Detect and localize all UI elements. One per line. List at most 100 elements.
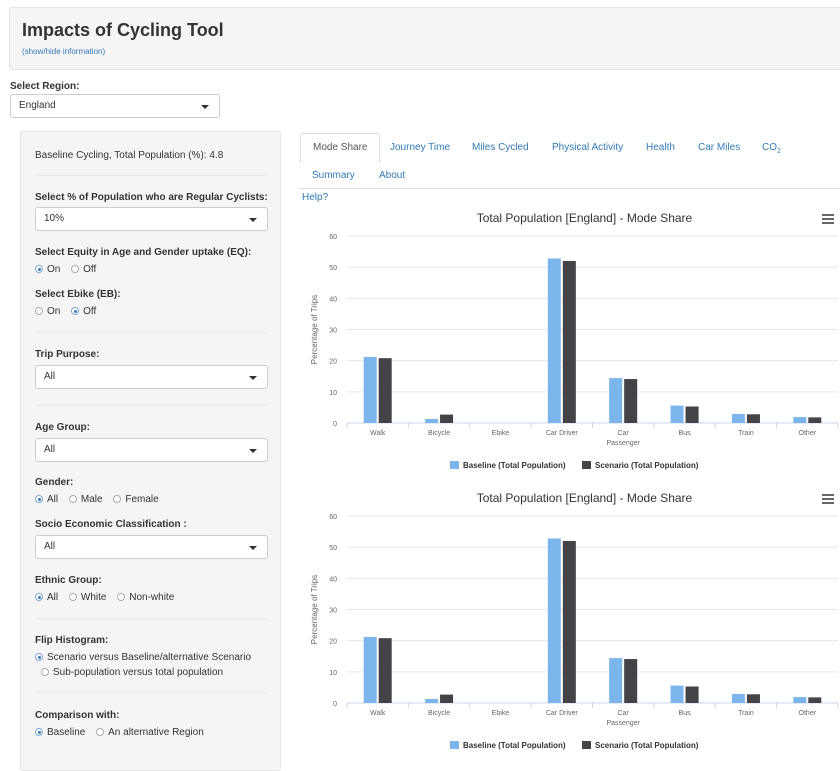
comparison-radio-alt-region[interactable]: An alternative Region bbox=[96, 727, 204, 738]
chevron-down-icon bbox=[249, 449, 257, 453]
region-select[interactable]: England bbox=[10, 94, 220, 118]
bar-scenario bbox=[378, 358, 392, 423]
trip-purpose-select[interactable]: All bbox=[35, 365, 268, 389]
legend-item[interactable]: Scenario (Total Population) bbox=[595, 461, 699, 470]
ses-select[interactable]: All bbox=[35, 535, 268, 559]
chevron-down-icon bbox=[249, 218, 257, 222]
app-title: Impacts of Cycling Tool bbox=[22, 20, 224, 40]
gender-radio-group: All Male Female bbox=[35, 494, 167, 505]
ebike-radio-off[interactable]: Off bbox=[71, 306, 96, 317]
ebike-radio-group: On Off bbox=[35, 306, 104, 317]
region-label: Select Region: bbox=[10, 81, 80, 92]
x-tick-label: Walk bbox=[370, 710, 386, 717]
bar-baseline bbox=[609, 658, 623, 703]
radio-icon bbox=[68, 593, 77, 601]
comparison-radio-baseline[interactable]: Baseline bbox=[35, 727, 85, 738]
ethnic-radio-all[interactable]: All bbox=[35, 592, 58, 603]
gender-radio-female[interactable]: Female bbox=[113, 494, 159, 505]
equity-radio-on[interactable]: On bbox=[35, 264, 60, 275]
equity-label: Select Equity in Age and Gender uptake (… bbox=[35, 247, 252, 258]
bar-baseline bbox=[670, 685, 684, 703]
comparison-label: Comparison with: bbox=[35, 710, 120, 721]
gender-radio-male[interactable]: Male bbox=[68, 494, 103, 505]
flip-histogram-label: Flip Histogram: bbox=[35, 635, 109, 646]
y-tick-label: 20 bbox=[329, 359, 337, 366]
comparison-radio-group: Baseline An alternative Region bbox=[35, 727, 212, 738]
bar-scenario bbox=[746, 694, 760, 703]
y-tick-label: 60 bbox=[329, 234, 337, 241]
regular-cyclists-select[interactable]: 10% bbox=[35, 207, 268, 231]
legend-swatch bbox=[450, 741, 459, 749]
tab-car-miles[interactable]: Car Miles bbox=[698, 142, 740, 153]
flip-radio-subpopulation[interactable]: Sub-population versus total population bbox=[41, 667, 251, 678]
age-group-label: Age Group: bbox=[35, 422, 90, 433]
divider bbox=[35, 175, 268, 176]
flip-radio-scenario[interactable]: Scenario versus Baseline/alternative Sce… bbox=[35, 652, 251, 663]
menu-icon[interactable] bbox=[822, 494, 834, 504]
legend-item[interactable]: Baseline (Total Population) bbox=[463, 741, 566, 750]
ebike-radio-on[interactable]: On bbox=[35, 306, 60, 317]
divider bbox=[35, 692, 268, 693]
menu-icon[interactable] bbox=[822, 214, 834, 224]
tab-health[interactable]: Health bbox=[646, 142, 675, 153]
bar-scenario bbox=[624, 379, 638, 423]
ethnic-radio-white[interactable]: White bbox=[68, 592, 106, 603]
x-tick-label: Walk bbox=[370, 430, 386, 437]
bar-baseline bbox=[547, 538, 561, 703]
y-tick-label: 40 bbox=[329, 296, 337, 303]
x-tick-label: Ebike bbox=[492, 430, 510, 437]
x-tick-label: Car Driver bbox=[546, 710, 579, 717]
x-tick-label: Passenger bbox=[606, 720, 640, 727]
menu-icon-bar bbox=[822, 214, 834, 216]
tab-mode-share[interactable]: Mode Share bbox=[300, 133, 381, 163]
tab-co2[interactable]: CO2 bbox=[762, 142, 781, 155]
age-group-select[interactable]: All bbox=[35, 438, 268, 462]
tab-summary[interactable]: Summary bbox=[312, 170, 355, 181]
menu-icon-bar bbox=[822, 494, 834, 496]
help-link[interactable]: Help? bbox=[302, 192, 328, 203]
chart-svg: Total Population [England] - Mode Share 0… bbox=[310, 211, 839, 470]
tab-miles-cycled[interactable]: Miles Cycled bbox=[472, 142, 529, 153]
flip-radio-group: Scenario versus Baseline/alternative Sce… bbox=[35, 652, 259, 678]
radio-icon bbox=[71, 265, 80, 273]
x-tick-label: Car bbox=[618, 710, 630, 717]
radio-icon bbox=[35, 495, 43, 503]
bar-scenario bbox=[685, 686, 699, 703]
gender-radio-all[interactable]: All bbox=[35, 494, 58, 505]
legend-item[interactable]: Baseline (Total Population) bbox=[463, 461, 566, 470]
tab-bar: Mode Share Journey Time Miles Cycled Phy… bbox=[300, 133, 840, 189]
y-tick-label: 30 bbox=[329, 328, 337, 335]
radio-icon bbox=[35, 728, 43, 736]
menu-icon-bar bbox=[822, 218, 834, 220]
ethnic-group-label: Ethnic Group: bbox=[35, 575, 102, 586]
bar-baseline bbox=[363, 356, 377, 423]
ebike-label: Select Ebike (EB): bbox=[35, 289, 121, 300]
x-tick-label: Train bbox=[738, 710, 754, 717]
bar-baseline bbox=[609, 378, 623, 423]
regular-cyclists-value: 10% bbox=[44, 213, 65, 224]
equity-radio-off[interactable]: Off bbox=[71, 264, 96, 275]
y-tick-label: 10 bbox=[329, 670, 337, 677]
bar-scenario bbox=[440, 694, 454, 703]
ethnic-radio-non-white[interactable]: Non-white bbox=[117, 592, 174, 603]
bar-scenario bbox=[562, 260, 576, 423]
bar-scenario bbox=[624, 659, 638, 703]
bar-baseline bbox=[670, 405, 684, 423]
tab-journey-time[interactable]: Journey Time bbox=[390, 142, 450, 153]
radio-icon bbox=[35, 593, 43, 601]
show-hide-info-link[interactable]: (show/hide information) bbox=[22, 47, 105, 56]
y-tick-label: 60 bbox=[329, 514, 337, 521]
legend-item[interactable]: Scenario (Total Population) bbox=[595, 741, 699, 750]
tab-physical-activity[interactable]: Physical Activity bbox=[552, 142, 623, 153]
y-axis-label: Percentage of Trips bbox=[310, 295, 319, 364]
chart-title: Total Population [England] - Mode Share bbox=[477, 491, 693, 505]
legend-swatch bbox=[450, 461, 459, 469]
trip-purpose-label: Trip Purpose: bbox=[35, 349, 100, 360]
bar-baseline bbox=[731, 693, 745, 703]
y-tick-label: 10 bbox=[329, 390, 337, 397]
radio-icon bbox=[35, 307, 43, 315]
x-tick-label: Passenger bbox=[606, 440, 640, 447]
bar-scenario bbox=[685, 406, 699, 423]
tab-about[interactable]: About bbox=[379, 170, 405, 181]
y-axis-label: Percentage of Trips bbox=[310, 575, 319, 644]
